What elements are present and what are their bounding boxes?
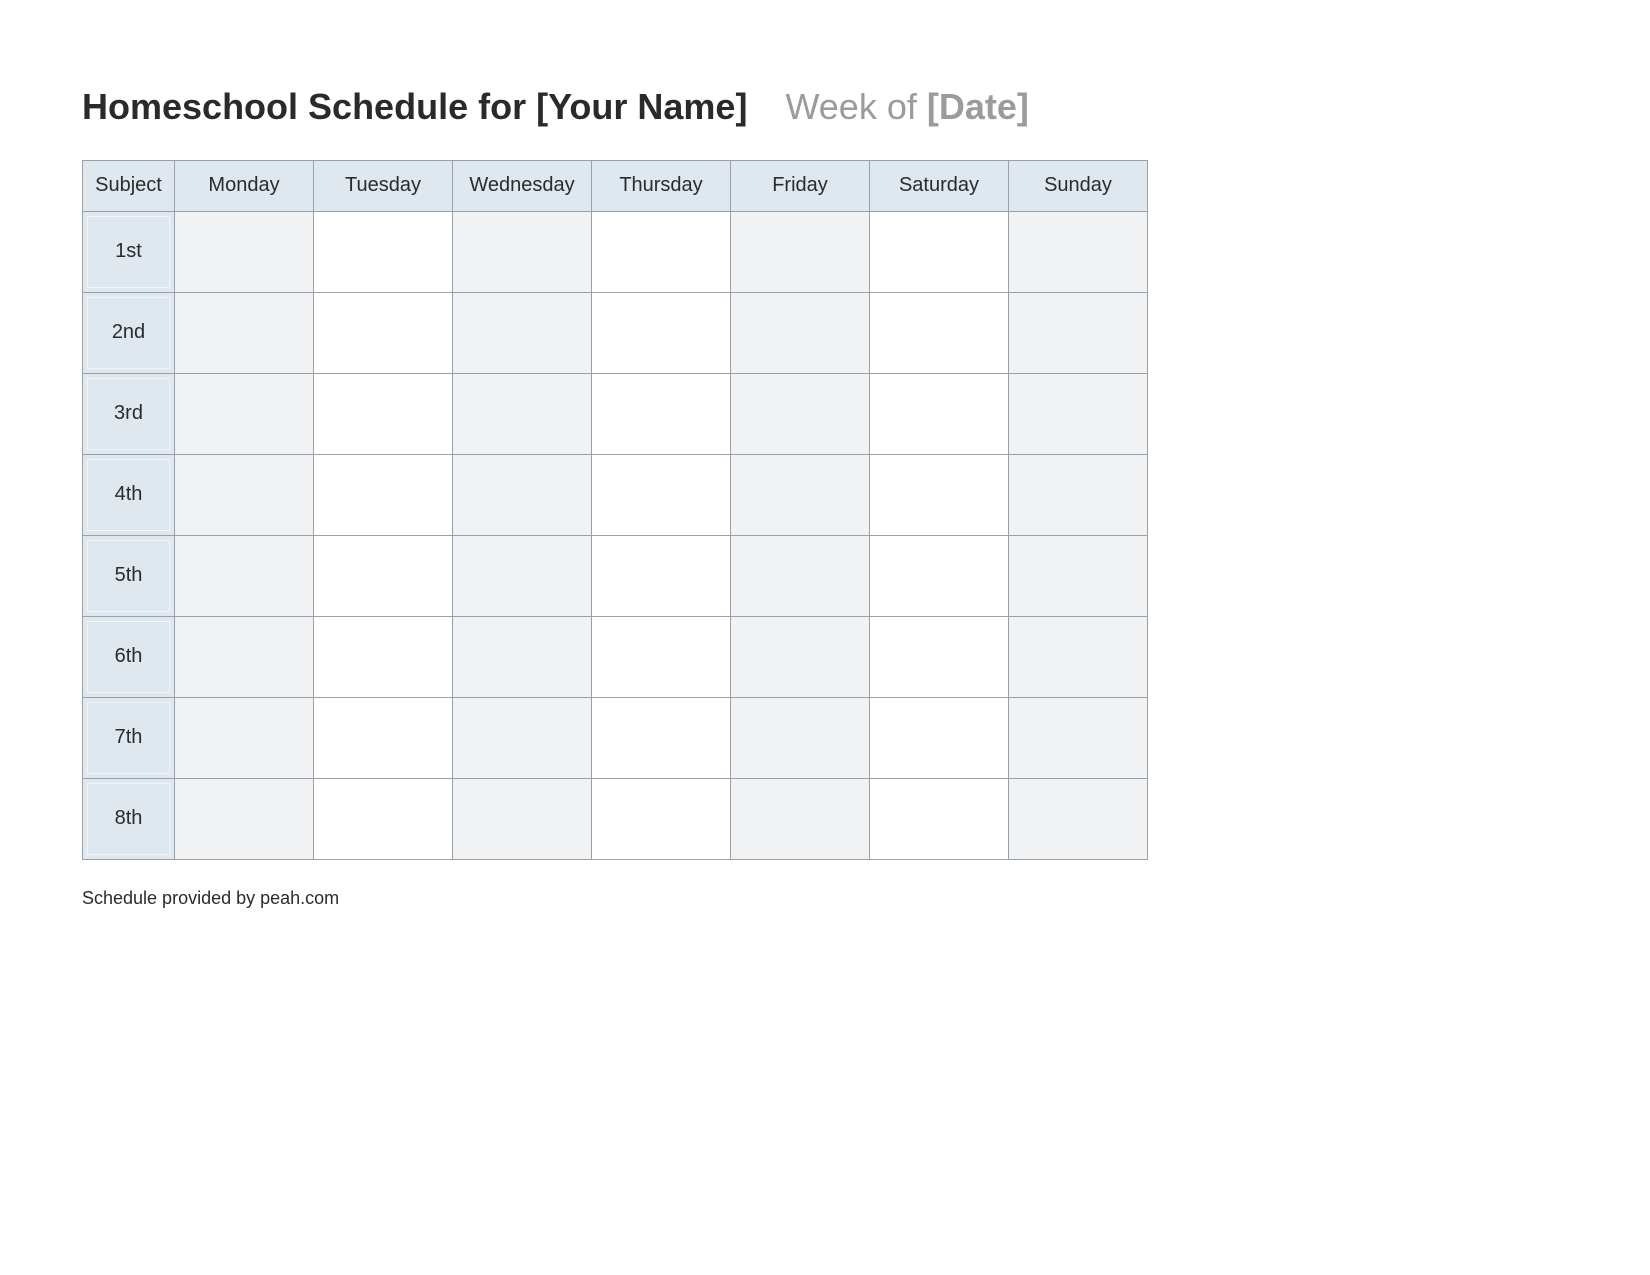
schedule-cell[interactable] <box>175 778 314 859</box>
schedule-cell[interactable] <box>592 778 731 859</box>
schedule-cell[interactable] <box>453 778 592 859</box>
table-row: 2nd <box>83 292 1148 373</box>
schedule-cell[interactable] <box>314 292 453 373</box>
schedule-cell[interactable] <box>453 211 592 292</box>
table-row: 5th <box>83 535 1148 616</box>
col-subject: Subject <box>83 160 175 211</box>
schedule-cell[interactable] <box>592 535 731 616</box>
schedule-cell[interactable] <box>175 697 314 778</box>
schedule-cell[interactable] <box>592 292 731 373</box>
schedule-cell[interactable] <box>1009 535 1148 616</box>
schedule-cell[interactable] <box>314 211 453 292</box>
schedule-cell[interactable] <box>453 535 592 616</box>
schedule-cell[interactable] <box>1009 211 1148 292</box>
col-saturday: Saturday <box>870 160 1009 211</box>
row-label: 1st <box>83 211 175 292</box>
schedule-cell[interactable] <box>1009 778 1148 859</box>
schedule-cell[interactable] <box>1009 292 1148 373</box>
schedule-cell[interactable] <box>175 373 314 454</box>
schedule-cell[interactable] <box>1009 616 1148 697</box>
col-sunday: Sunday <box>1009 160 1148 211</box>
schedule-cell[interactable] <box>592 697 731 778</box>
schedule-cell[interactable] <box>453 292 592 373</box>
subtitle-bold: [Date] <box>927 86 1029 127</box>
schedule-cell[interactable] <box>870 292 1009 373</box>
document-page: Homeschool Schedule for [Your Name] Week… <box>0 0 1650 1275</box>
row-label: 3rd <box>83 373 175 454</box>
col-thursday: Thursday <box>592 160 731 211</box>
schedule-cell[interactable] <box>870 616 1009 697</box>
schedule-cell[interactable] <box>314 697 453 778</box>
col-monday: Monday <box>175 160 314 211</box>
schedule-cell[interactable] <box>453 373 592 454</box>
schedule-cell[interactable] <box>731 292 870 373</box>
schedule-cell[interactable] <box>314 535 453 616</box>
schedule-cell[interactable] <box>731 373 870 454</box>
schedule-cell[interactable] <box>314 454 453 535</box>
schedule-cell[interactable] <box>870 211 1009 292</box>
schedule-cell[interactable] <box>1009 454 1148 535</box>
schedule-cell[interactable] <box>175 292 314 373</box>
col-wednesday: Wednesday <box>453 160 592 211</box>
schedule-cell[interactable] <box>314 373 453 454</box>
table-row: 7th <box>83 697 1148 778</box>
row-label: 4th <box>83 454 175 535</box>
title-line: Homeschool Schedule for [Your Name] Week… <box>82 88 1568 126</box>
schedule-cell[interactable] <box>731 778 870 859</box>
row-label: 8th <box>83 778 175 859</box>
schedule-cell[interactable] <box>592 454 731 535</box>
schedule-cell[interactable] <box>175 616 314 697</box>
schedule-cell[interactable] <box>731 616 870 697</box>
schedule-cell[interactable] <box>592 373 731 454</box>
page-subtitle: Week of [Date] <box>785 88 1028 126</box>
row-label: 5th <box>83 535 175 616</box>
footer-text: Schedule provided by peah.com <box>82 888 1568 909</box>
schedule-cell[interactable] <box>314 616 453 697</box>
table-row: 6th <box>83 616 1148 697</box>
schedule-cell[interactable] <box>731 697 870 778</box>
table-row: 4th <box>83 454 1148 535</box>
schedule-cell[interactable] <box>453 616 592 697</box>
schedule-cell[interactable] <box>870 373 1009 454</box>
schedule-cell[interactable] <box>870 697 1009 778</box>
schedule-cell[interactable] <box>870 454 1009 535</box>
table-row: 3rd <box>83 373 1148 454</box>
schedule-cell[interactable] <box>453 454 592 535</box>
schedule-cell[interactable] <box>731 454 870 535</box>
col-tuesday: Tuesday <box>314 160 453 211</box>
table-row: 1st <box>83 211 1148 292</box>
schedule-cell[interactable] <box>870 535 1009 616</box>
table-row: 8th <box>83 778 1148 859</box>
schedule-table: Subject Monday Tuesday Wednesday Thursda… <box>82 160 1148 860</box>
schedule-cell[interactable] <box>175 211 314 292</box>
schedule-cell[interactable] <box>1009 373 1148 454</box>
row-label: 7th <box>83 697 175 778</box>
schedule-cell[interactable] <box>870 778 1009 859</box>
schedule-cell[interactable] <box>175 454 314 535</box>
table-body: 1st2nd3rd4th5th6th7th8th <box>83 211 1148 859</box>
schedule-cell[interactable] <box>731 535 870 616</box>
schedule-cell[interactable] <box>453 697 592 778</box>
schedule-cell[interactable] <box>592 616 731 697</box>
row-label: 2nd <box>83 292 175 373</box>
schedule-cell[interactable] <box>175 535 314 616</box>
schedule-cell[interactable] <box>314 778 453 859</box>
col-friday: Friday <box>731 160 870 211</box>
subtitle-prefix: Week of <box>785 86 926 127</box>
schedule-cell[interactable] <box>1009 697 1148 778</box>
row-label: 6th <box>83 616 175 697</box>
schedule-cell[interactable] <box>731 211 870 292</box>
table-header-row: Subject Monday Tuesday Wednesday Thursda… <box>83 160 1148 211</box>
table-head: Subject Monday Tuesday Wednesday Thursda… <box>83 160 1148 211</box>
page-title: Homeschool Schedule for [Your Name] <box>82 86 747 127</box>
schedule-cell[interactable] <box>592 211 731 292</box>
